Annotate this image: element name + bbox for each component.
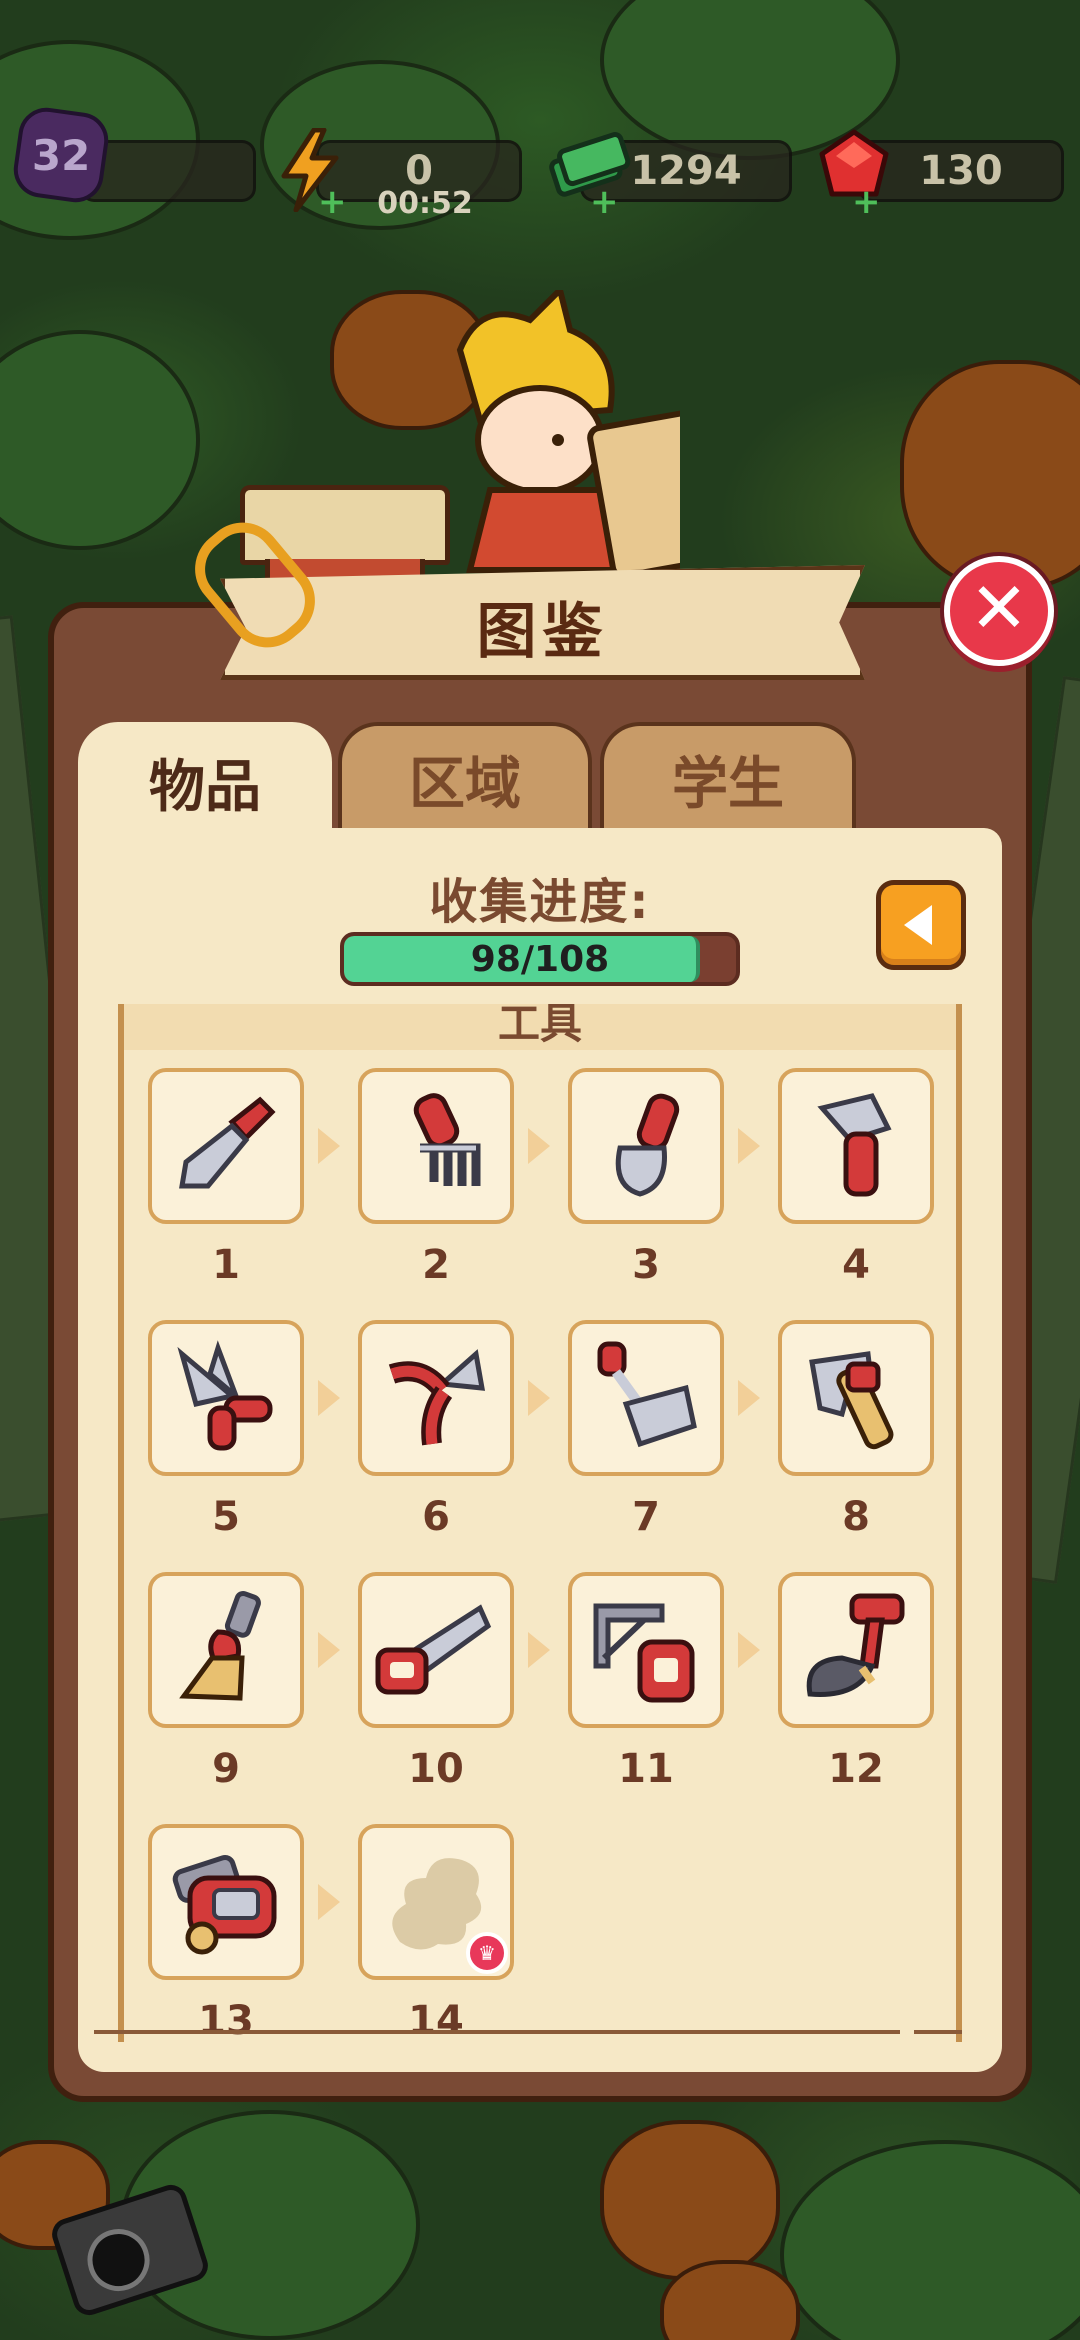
item-number: 7 <box>632 1494 660 1540</box>
upgrade-arrow-icon <box>738 1632 760 1668</box>
item-slot-4[interactable] <box>778 1068 934 1224</box>
item-slot-12[interactable] <box>778 1572 934 1728</box>
add-cash-icon[interactable]: + <box>590 185 619 219</box>
item-number: 8 <box>842 1494 870 1540</box>
upgrade-arrow-icon <box>738 1380 760 1416</box>
item-slot-9[interactable] <box>148 1572 304 1728</box>
item-number: 4 <box>842 1242 870 1288</box>
item-slot-1[interactable] <box>148 1068 304 1224</box>
item-slot-3[interactable] <box>568 1068 724 1224</box>
upgrade-arrow-icon <box>528 1128 550 1164</box>
tab-items-label: 物品 <box>149 754 261 820</box>
item-number: 10 <box>408 1746 464 1792</box>
progress-bar: 98/108 <box>340 932 740 986</box>
hammer-icon <box>809 1351 894 1450</box>
item-number: 9 <box>212 1746 240 1792</box>
reading-student-character <box>456 290 680 579</box>
tab-areas-label: 区域 <box>409 751 521 817</box>
item-slot-2[interactable] <box>358 1068 514 1224</box>
tab-students[interactable]: 学生 <box>600 722 856 832</box>
previous-button[interactable] <box>876 880 966 970</box>
item-number: 1 <box>212 1242 240 1288</box>
title-banner: 图鉴 <box>220 565 865 680</box>
shovel-icon <box>615 1093 680 1197</box>
item-slot-8[interactable] <box>778 1320 934 1476</box>
progress-text: 98/108 <box>470 938 610 980</box>
handsaw-icon <box>375 1604 492 1695</box>
hand-rake-icon <box>413 1093 481 1186</box>
section-header: 工具 <box>124 1004 956 1050</box>
item-list[interactable]: 工具 1 2 3 4 5 6 7 8 9 10 11 12 13 ♛ 14 <box>118 1004 962 2042</box>
section-title: 工具 <box>497 1004 582 1048</box>
tab-items[interactable]: 物品 <box>78 722 332 842</box>
item-slot-14[interactable]: ♛ <box>358 1824 514 1980</box>
close-icon: ✕ <box>969 567 1029 649</box>
item-number: 6 <box>422 1494 450 1540</box>
trowel-icon <box>179 1096 276 1189</box>
hacksaw-icon <box>593 1603 695 1703</box>
level-value: 32 <box>31 130 91 180</box>
list-bottom-rule <box>94 2030 962 2034</box>
tab-areas[interactable]: 区域 <box>338 722 592 832</box>
item-number: 14 <box>408 1998 464 2042</box>
item-number: 13 <box>198 1998 254 2042</box>
upgrade-arrow-icon <box>318 1380 340 1416</box>
item-number: 5 <box>212 1494 240 1540</box>
progress-label: 收集进度: <box>429 874 651 930</box>
upgrade-arrow-icon <box>738 1128 760 1164</box>
item-number: 11 <box>618 1746 674 1792</box>
item-slot-11[interactable] <box>568 1572 724 1728</box>
tab-students-label: 学生 <box>672 751 784 817</box>
left-arrow-icon <box>904 905 932 945</box>
upgrade-arrow-icon <box>318 1884 340 1920</box>
item-slot-6[interactable] <box>358 1320 514 1476</box>
add-energy-icon[interactable]: + <box>318 185 347 219</box>
upgrade-arrow-icon <box>318 1632 340 1668</box>
item-slot-10[interactable] <box>358 1572 514 1728</box>
item-number: 12 <box>828 1746 884 1792</box>
cash-value: 1294 <box>630 148 742 194</box>
hatchet-icon <box>817 1093 892 1197</box>
chainsaw-icon <box>172 1854 277 1955</box>
item-slot-13[interactable] <box>148 1824 304 1980</box>
collection-content: 收集进度: 98/108 工具 1 2 3 4 5 6 7 8 9 10 11 12 13 ♛ 14 <box>78 828 1002 2072</box>
rake-icon <box>597 1341 697 1448</box>
broom-icon <box>179 1590 261 1701</box>
crown-badge-icon: ♛ <box>466 1932 508 1974</box>
upgrade-arrow-icon <box>528 1632 550 1668</box>
level-badge: 32 <box>10 104 112 206</box>
spade-icon <box>806 1593 905 1697</box>
energy-timer: 00:52 <box>377 186 473 221</box>
add-gem-icon[interactable]: + <box>852 185 881 219</box>
item-slot-5[interactable] <box>148 1320 304 1476</box>
upgrade-arrow-icon <box>528 1380 550 1416</box>
item-slot-7[interactable] <box>568 1320 724 1476</box>
item-number: 3 <box>632 1242 660 1288</box>
pruner-icon <box>388 1349 486 1446</box>
upgrade-arrow-icon <box>318 1128 340 1164</box>
page-title: 图鉴 <box>476 597 609 667</box>
item-number: 2 <box>422 1242 450 1288</box>
gem-value: 130 <box>919 148 1003 194</box>
close-button[interactable]: ✕ <box>944 556 1054 666</box>
shears-icon <box>177 1340 273 1451</box>
